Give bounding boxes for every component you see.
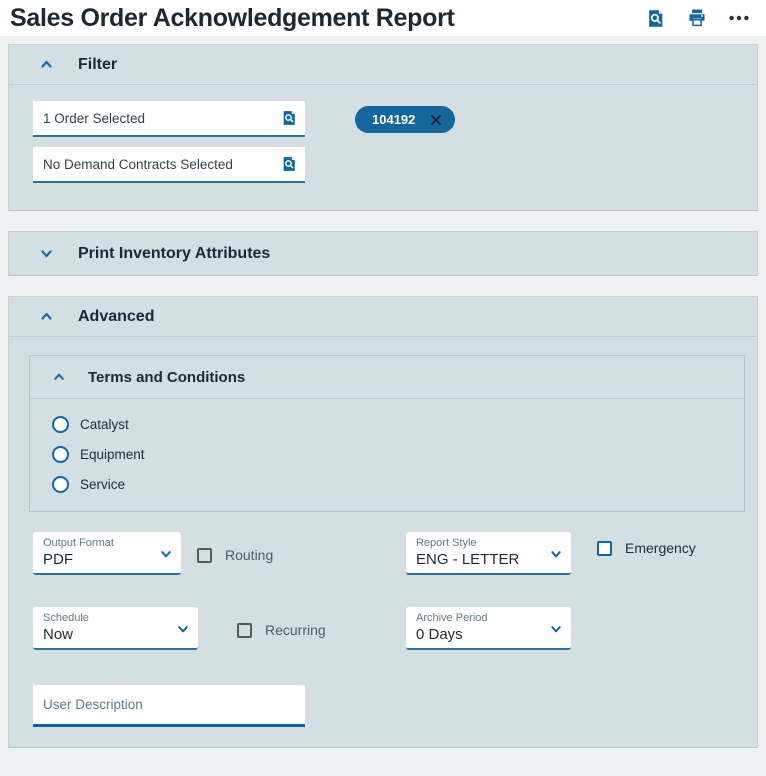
preview-report-button[interactable] [644,7,666,29]
user-description-input[interactable] [33,685,305,727]
print-inventory-attributes-section: Print Inventory Attributes [8,231,758,276]
remove-order-icon[interactable] [430,114,442,126]
more-actions-icon [729,15,749,21]
preview-report-icon [647,8,663,28]
radio-button-icon[interactable] [52,475,69,493]
report-style-label: Report Style [416,537,477,549]
filter-section-title: Filter [78,55,118,73]
print-icon [688,8,706,27]
title-bar: Sales Order Acknowledgement Report [0,0,766,36]
chevron-down-icon [176,622,190,641]
chevron-down-icon [159,547,173,566]
output-format-label: Output Format [43,537,114,549]
chevron-down-icon [549,622,563,641]
print-inventory-attributes-title: Print Inventory Attributes [78,244,271,262]
checkbox-icon[interactable] [597,540,612,556]
header-actions [644,7,750,29]
report-parameters-form: Filter 104192 [0,36,766,776]
more-actions-button[interactable] [728,7,750,29]
demand-contracts-lookup-input[interactable] [43,156,281,172]
report-style-dropdown[interactable]: Report Style ENG - LETTER [406,532,571,575]
schedule-label: Schedule [43,612,89,624]
terms-and-conditions-title: Terms and Conditions [88,368,246,386]
options-row-1: Output Format PDF Routing Report Style E… [9,532,757,575]
search-document-icon[interactable] [281,156,297,172]
chevron-up-icon [39,309,54,324]
selected-order-chip[interactable]: 104192 [355,106,456,133]
advanced-section-header[interactable]: Advanced [9,297,757,337]
archive-period-dropdown[interactable]: Archive Period 0 Days [406,607,571,650]
terms-and-conditions-header[interactable]: Terms and Conditions [30,356,744,399]
routing-checkbox[interactable]: Routing [197,547,273,563]
filter-section: Filter 104192 [8,44,758,211]
chevron-down-icon [549,547,563,566]
output-format-value: PDF [43,551,73,568]
radio-equipment[interactable]: Equipment [52,439,744,469]
selected-order-chip-label: 104192 [372,112,416,127]
filter-section-header[interactable]: Filter [9,45,757,85]
radio-catalyst[interactable]: Catalyst [52,409,744,439]
radio-button-icon[interactable] [52,445,69,463]
advanced-section: Advanced Terms and Conditions Catalyst E… [8,296,758,748]
orders-lookup-field[interactable] [33,101,305,137]
radio-button-icon[interactable] [52,415,69,433]
options-row-2: Schedule Now Recurring Archive Period 0 … [9,607,757,650]
checkbox-icon[interactable] [237,622,252,638]
page-title: Sales Order Acknowledgement Report [10,3,455,32]
terms-and-conditions-body: Catalyst Equipment Service [30,399,744,511]
chevron-up-icon [39,57,54,72]
radio-service[interactable]: Service [52,469,744,499]
print-inventory-attributes-header[interactable]: Print Inventory Attributes [9,232,757,275]
schedule-value: Now [43,626,74,643]
terms-and-conditions-panel: Terms and Conditions Catalyst Equipment … [29,355,745,512]
chevron-up-icon [52,370,66,384]
emergency-checkbox[interactable]: Emergency [597,540,696,556]
checkbox-icon[interactable] [197,547,212,563]
orders-lookup-input[interactable] [43,110,281,126]
recurring-checkbox[interactable]: Recurring [237,622,326,638]
archive-period-value: 0 Days [416,626,463,643]
archive-period-label: Archive Period [416,612,488,624]
advanced-section-body: Terms and Conditions Catalyst Equipment … [9,355,757,747]
advanced-section-title: Advanced [78,307,155,325]
print-button[interactable] [686,7,708,29]
filter-section-body: 104192 [9,85,757,210]
report-style-value: ENG - LETTER [416,551,520,568]
schedule-dropdown[interactable]: Schedule Now [33,607,198,650]
chevron-down-icon [39,246,54,261]
output-format-dropdown[interactable]: Output Format PDF [33,532,181,575]
search-document-icon[interactable] [281,110,297,126]
demand-contracts-lookup-field[interactable] [33,147,305,183]
